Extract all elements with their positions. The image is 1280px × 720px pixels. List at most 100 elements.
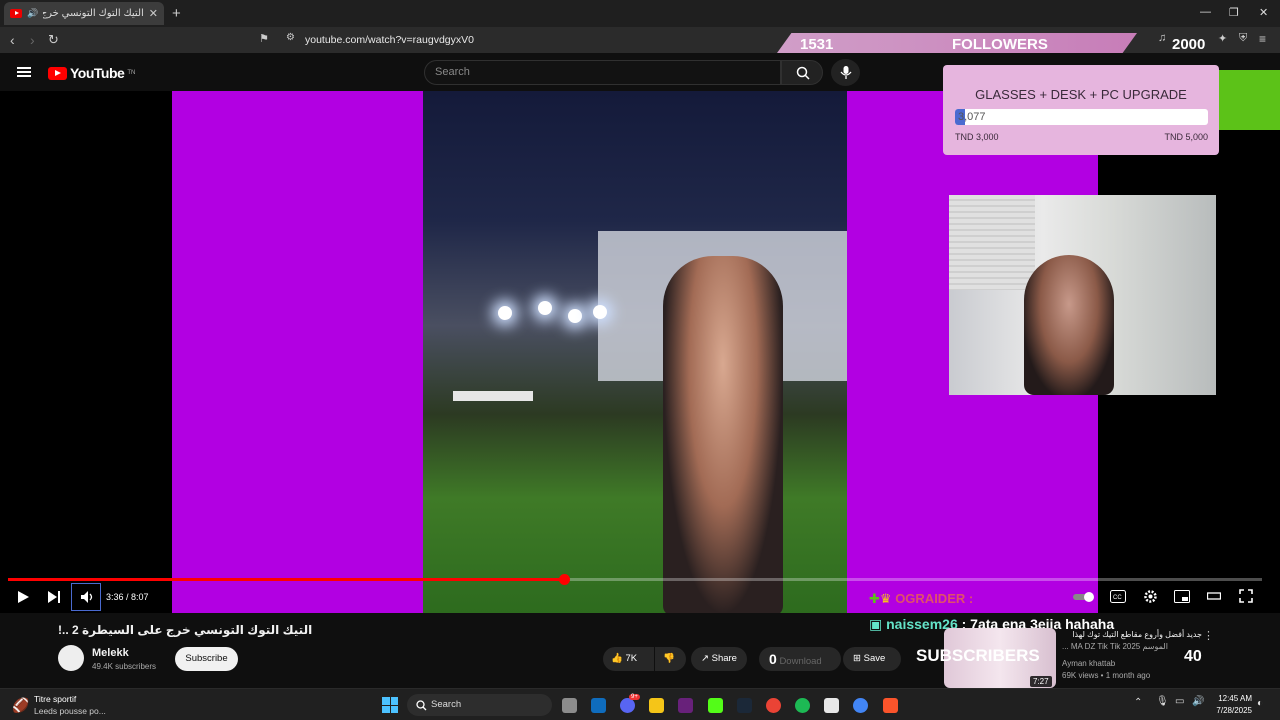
video-progress-bar[interactable] — [8, 574, 1262, 585]
kick-icon[interactable] — [708, 698, 723, 713]
subscribers-overlay-count: 40 — [1184, 648, 1202, 665]
new-tab-button[interactable]: + — [172, 5, 181, 22]
followers-count: 1531 — [800, 36, 834, 53]
browser-tab[interactable]: 🔊 التيك التوك التونسي خرج على ... ✕ — [4, 2, 164, 25]
thumbs-down-icon: 👎 — [663, 653, 675, 664]
chat-message-1: ✚♛ OGRAIDER : — [869, 591, 973, 607]
save-button[interactable]: ⊞ Save — [843, 647, 901, 671]
chat-badge-icon: ▣ — [869, 616, 883, 632]
like-button[interactable]: 👍 7K — [603, 647, 654, 671]
volume-button[interactable] — [71, 583, 101, 611]
miniplayer-icon[interactable] — [1174, 590, 1190, 603]
followers-goal: 2000 — [1172, 36, 1206, 53]
weather-widget-icon[interactable]: 🏈 — [12, 697, 29, 714]
tab-title: التيك التوك التونسي خرج على ... — [43, 8, 144, 19]
donation-goal-card: GLASSES + DESK + PC UPGRADE 3,077 TND 3,… — [943, 65, 1219, 155]
donation-min: TND 3,000 — [955, 132, 999, 142]
url-field[interactable]: youtube.com/watch?v=raugvdgyxV0 — [305, 34, 474, 46]
channel-name[interactable]: Melekk — [92, 647, 129, 659]
chat-username-1: OGRAIDER : — [895, 591, 974, 606]
tray-chevron-icon[interactable]: ⌃ — [1134, 697, 1142, 708]
volume-icon — [81, 591, 93, 603]
subscribers-overlay-label: SUBSCRIBERS — [916, 646, 1040, 665]
taskbar-search[interactable]: Search — [407, 694, 552, 716]
youtube-logo[interactable]: YouTube TN — [48, 65, 135, 81]
donation-goal-title: GLASSES + DESK + PC UPGRADE — [975, 87, 1187, 102]
settings-gear-icon[interactable] — [1143, 589, 1158, 604]
menu-icon[interactable]: ≡ — [1259, 32, 1266, 46]
donation-current-value: 3,077 — [958, 111, 986, 123]
forward-icon[interactable]: › — [30, 32, 35, 48]
recommended-title[interactable]: جديد أفضل وأروع مقاطع التيك توك لهذا — [1062, 630, 1202, 639]
autoplay-toggle-icon[interactable] — [1073, 591, 1095, 603]
extensions-icon[interactable]: ✦ — [1218, 32, 1227, 45]
taskbar-date[interactable]: 7/28/2025 — [1212, 706, 1252, 715]
country-code: TN — [127, 70, 136, 76]
recommended-subtitle: الموسم MA DZ Tik Tik 2025 ... — [1062, 642, 1168, 651]
more-options-icon[interactable]: ⋮ — [1203, 629, 1214, 642]
theater-mode-icon[interactable] — [1207, 591, 1221, 601]
captions-icon[interactable]: CC — [1110, 590, 1126, 603]
file-explorer-icon[interactable] — [649, 698, 664, 713]
search-input[interactable]: Search — [424, 60, 781, 85]
shield-icon[interactable]: ⛨ — [1239, 32, 1247, 45]
chrome-profile-icon[interactable] — [853, 698, 868, 713]
youtube-play-logo-icon — [48, 66, 67, 80]
share-button[interactable]: ↗ Share — [691, 647, 747, 671]
widget-subtitle: Leeds pousse po... — [34, 706, 106, 716]
recommended-channel[interactable]: Ayman khattab — [1062, 659, 1115, 668]
taskbar-clock[interactable]: 12:45 AM — [1214, 694, 1252, 703]
followers-label: FOLLOWERS — [952, 36, 1048, 53]
scrubber-handle[interactable] — [558, 574, 570, 585]
play-icon[interactable] — [16, 590, 30, 604]
fullscreen-icon[interactable] — [1239, 589, 1253, 603]
streamer-webcam — [949, 195, 1216, 395]
save-icon: ⊞ — [853, 653, 861, 664]
tab-close-icon[interactable]: ✕ — [149, 7, 158, 20]
brave-icon[interactable] — [883, 698, 898, 713]
voice-search-button[interactable] — [831, 59, 860, 86]
task-view-icon[interactable] — [562, 698, 577, 713]
volume-tray-icon[interactable]: 🔊 — [1192, 696, 1204, 707]
maximize-button[interactable]: ❐ — [1229, 6, 1239, 19]
svg-text:CC: CC — [1113, 595, 1122, 601]
download-label: Download — [779, 656, 822, 667]
dislike-button[interactable]: 👎 — [655, 647, 686, 671]
next-icon[interactable] — [47, 590, 61, 604]
recommended-meta: 69K views • 1 month ago — [1062, 671, 1151, 680]
bookmark-icon[interactable]: ⚑ — [259, 32, 269, 45]
reload-icon[interactable]: ↻ — [48, 32, 59, 48]
network-icon[interactable]: ▭ — [1175, 696, 1184, 707]
search-button[interactable] — [781, 60, 823, 85]
hamburger-menu-icon[interactable] — [17, 67, 31, 77]
site-info-icon[interactable]: ⚙ — [286, 32, 295, 43]
notifications-icon[interactable]: ◐ — [1257, 698, 1263, 709]
search-icon — [796, 66, 810, 80]
back-icon[interactable]: ‹ — [10, 32, 15, 48]
widget-title[interactable]: Titre sportif — [34, 694, 76, 704]
steam-icon[interactable] — [737, 698, 752, 713]
windows-taskbar: 🏈 Titre sportif Leeds pousse po... Searc… — [0, 688, 1280, 720]
speaker-icon[interactable]: 🔊 — [27, 8, 38, 19]
start-button[interactable] — [382, 697, 398, 713]
video-left-panel — [172, 91, 424, 613]
like-count: 7K — [625, 653, 638, 664]
spotify-icon[interactable] — [795, 698, 810, 713]
visual-studio-icon[interactable] — [678, 698, 693, 713]
download-button[interactable]: 0 Download — [759, 647, 841, 671]
crown-badge-icon: ♛ — [879, 591, 892, 606]
mic-tray-icon[interactable]: 🎙 — [1156, 696, 1169, 707]
close-window-button[interactable]: ✕ — [1259, 6, 1268, 19]
app-icon[interactable] — [824, 698, 839, 713]
outlook-icon[interactable] — [591, 698, 606, 713]
subscribe-button[interactable]: Subscribe — [175, 647, 238, 671]
chrome-icon[interactable] — [766, 698, 781, 713]
chat-badge-icon: ✚ — [869, 591, 880, 606]
youtube-wordmark: YouTube — [70, 65, 125, 81]
discord-icon[interactable] — [620, 698, 635, 713]
media-icon[interactable]: ♫ — [1158, 32, 1166, 44]
search-icon — [416, 700, 427, 711]
channel-avatar[interactable] — [58, 645, 84, 671]
share-icon: ↗ — [701, 653, 709, 664]
minimize-button[interactable]: — — [1200, 6, 1211, 18]
